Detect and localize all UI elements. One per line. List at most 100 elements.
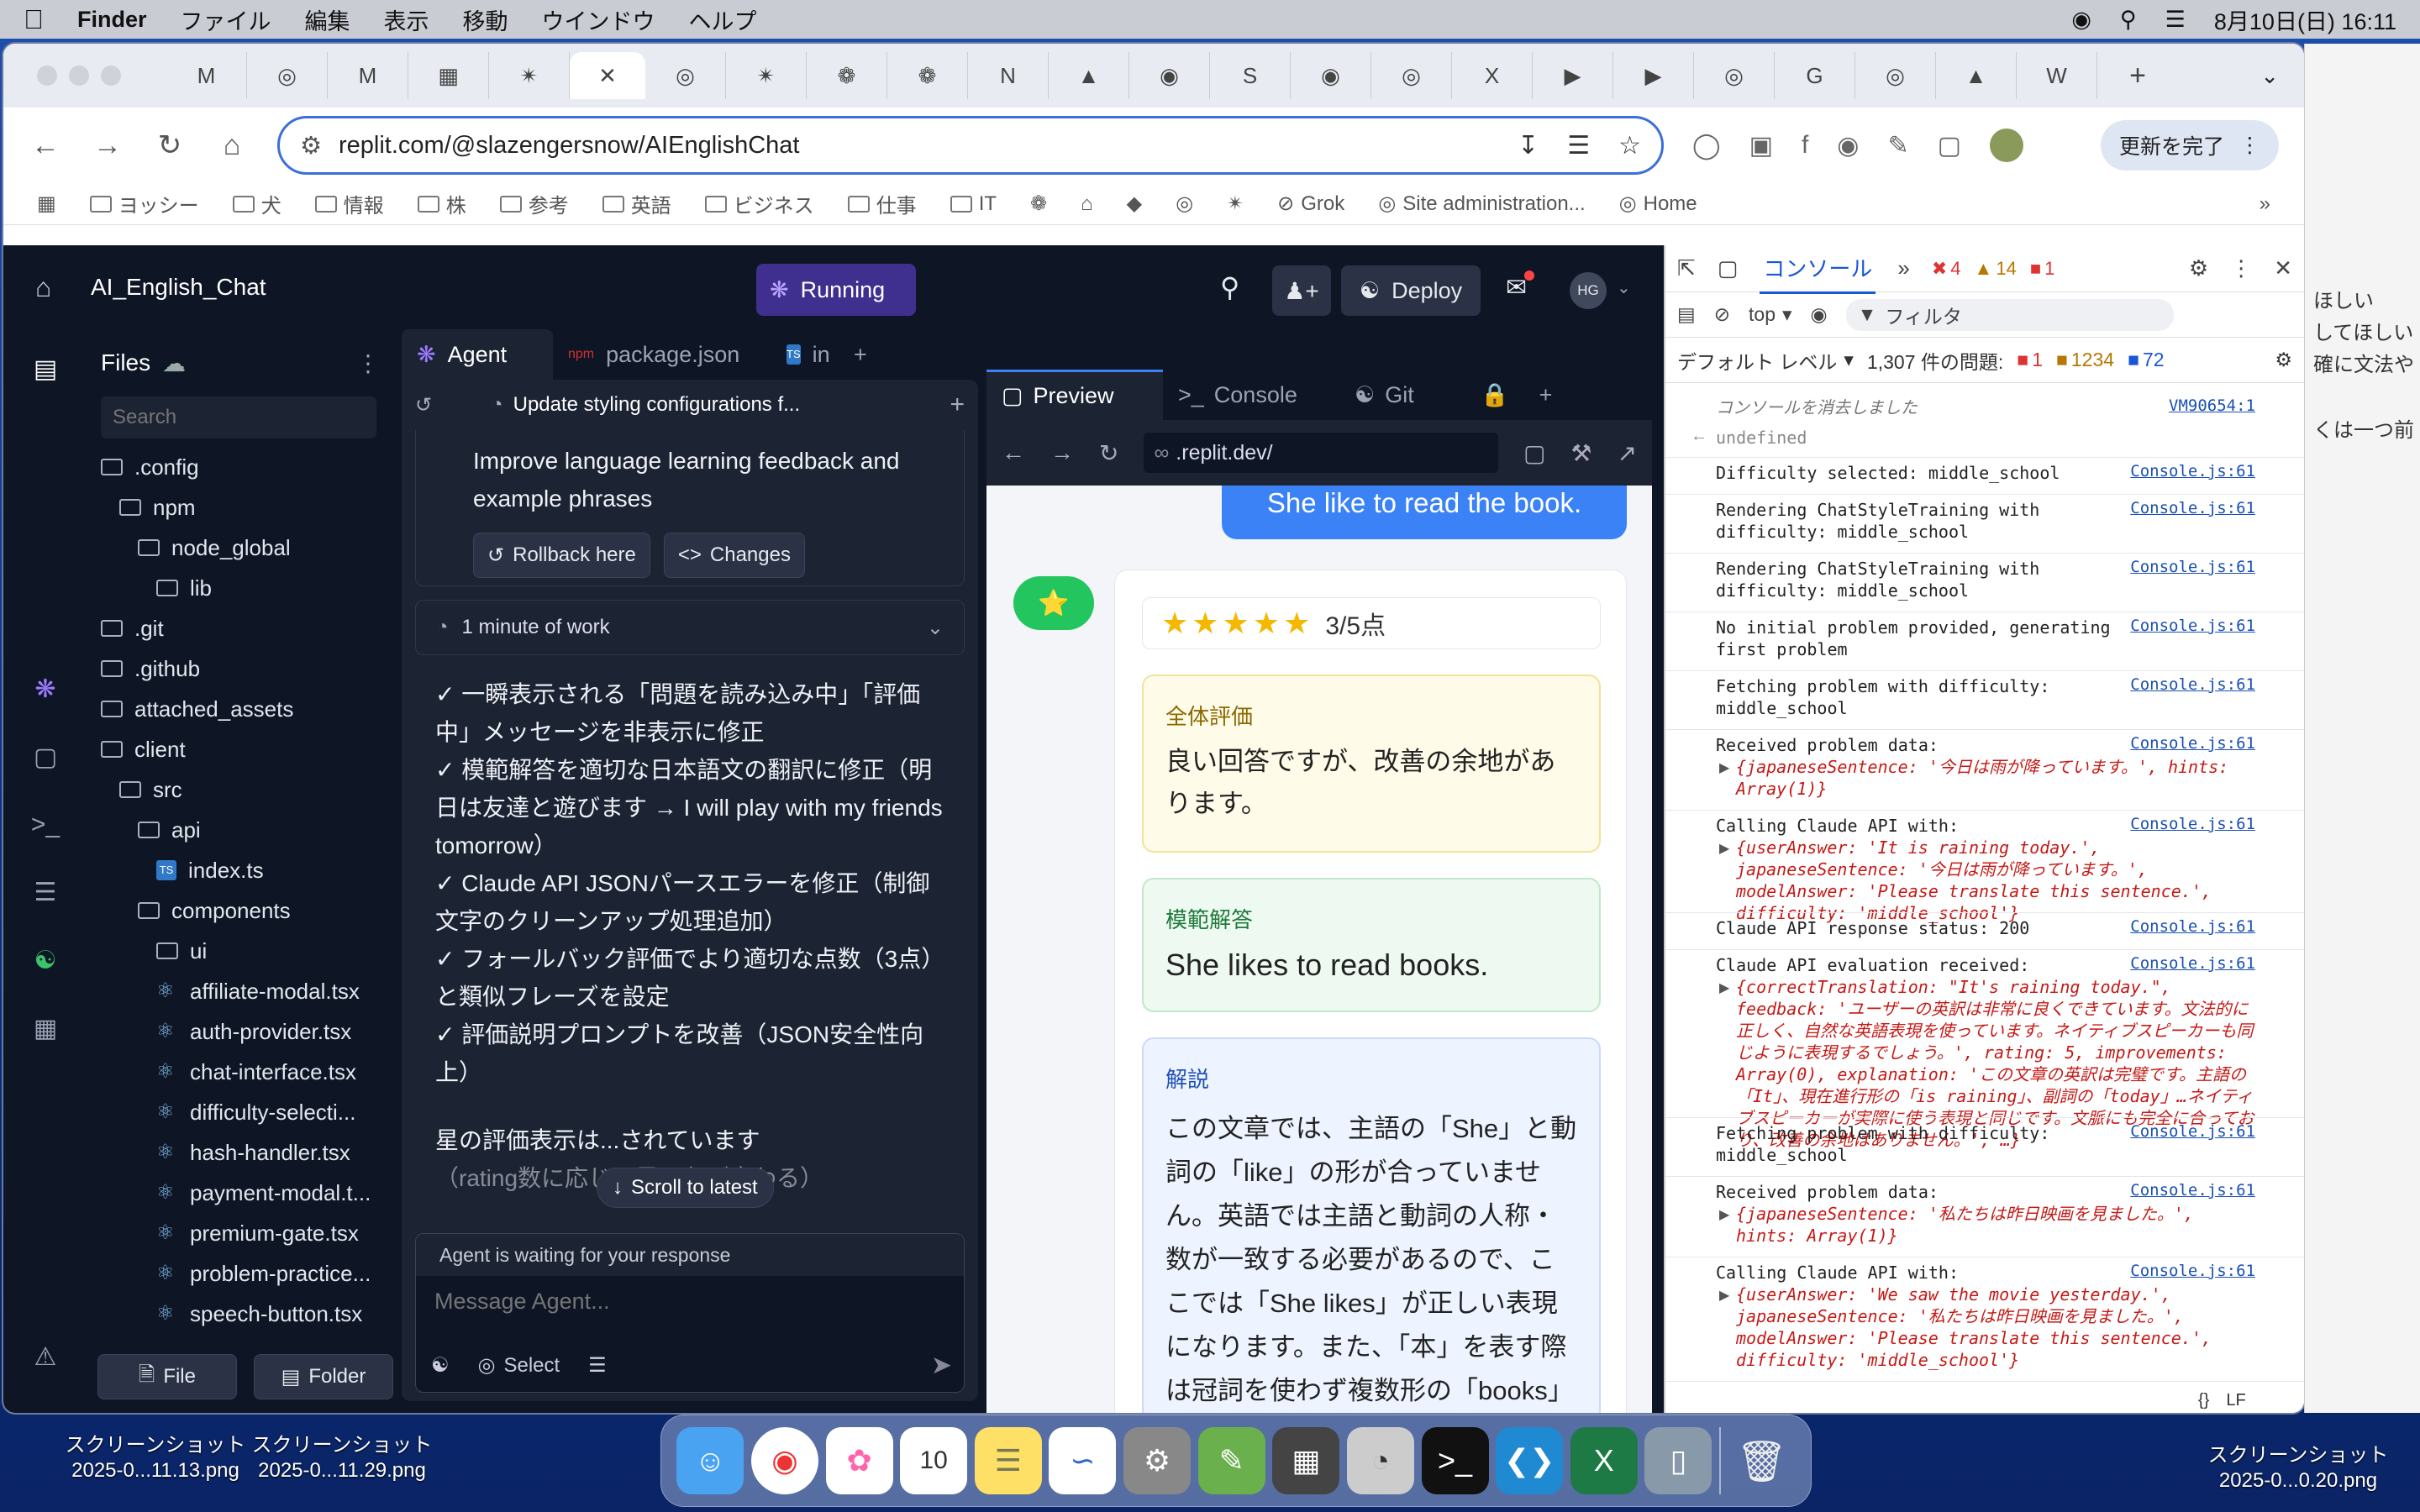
bookmark-star-icon[interactable]: ☆ bbox=[1618, 131, 1641, 160]
control-center-icon[interactable]: ☰ bbox=[2165, 7, 2186, 33]
menu-edit[interactable]: 編集 bbox=[305, 3, 350, 36]
browser-tab[interactable]: N bbox=[968, 52, 1049, 99]
browser-tab[interactable]: ❁ bbox=[807, 52, 887, 99]
tab-index[interactable]: TS in bbox=[771, 329, 839, 380]
desktop-screenshot-icon[interactable]: スクリーンショット 2025-0...11.29.png bbox=[229, 1433, 455, 1483]
git-tool-icon[interactable]: ☯ bbox=[34, 946, 57, 975]
trash-icon[interactable]: 🗑 bbox=[1728, 1427, 1796, 1494]
tab-list-chevron-icon[interactable]: ⌄ bbox=[2260, 63, 2279, 89]
desktop-screenshot-icon[interactable]: スクリーンショット 2025-0...0.20.png bbox=[2185, 1443, 2412, 1494]
translate-icon[interactable]: ☰ bbox=[1567, 131, 1590, 160]
file-tree-item[interactable]: TS index.ts bbox=[92, 850, 388, 890]
bookmark-icon[interactable]: ❁ bbox=[1030, 192, 1047, 216]
console-tool-icon[interactable]: >_ bbox=[31, 811, 60, 839]
more-tabs-icon[interactable]: » bbox=[1897, 255, 1909, 281]
browser-tab[interactable]: ◉ bbox=[1291, 52, 1371, 99]
more-bookmarks-icon[interactable]: » bbox=[2260, 192, 2270, 216]
run-button[interactable]: ❋ Running bbox=[756, 264, 916, 316]
file-tree-item[interactable]: api bbox=[92, 810, 388, 850]
home-icon[interactable]: ⌂ bbox=[215, 129, 249, 162]
preview-back-icon[interactable]: ← bbox=[1002, 439, 1025, 466]
file-tree-item[interactable]: ⚛ speech-button.tsx bbox=[92, 1294, 388, 1334]
console-settings-icon[interactable]: ⚙ bbox=[2275, 349, 2292, 371]
clock[interactable]: 8月10日(日) 16:11 bbox=[2214, 3, 2396, 36]
calendar-icon[interactable]: 10 bbox=[900, 1427, 968, 1494]
preview-tool-icon[interactable]: ▢ bbox=[34, 743, 57, 772]
console-filter-input[interactable]: ▼ フィルタ bbox=[1845, 298, 2174, 331]
console-log-object[interactable]: {japaneseSentence: '私たちは昨日映画を見ました。', hin… bbox=[1736, 1203, 2262, 1247]
file-tree-item[interactable]: ⚛ payment-modal.t... bbox=[92, 1173, 388, 1213]
files-search-input[interactable] bbox=[101, 396, 376, 438]
screenshot-tool-icon[interactable]: ◔ bbox=[1346, 1427, 1414, 1494]
line-ending[interactable]: LF bbox=[2226, 1391, 2245, 1410]
file-tree-item[interactable]: ⚛ affiliate-modal.tsx bbox=[92, 971, 388, 1011]
browser-tab[interactable]: ▲ bbox=[1049, 52, 1129, 99]
reload-icon[interactable]: ↻ bbox=[153, 129, 187, 162]
bookmark-icon[interactable]: ◎ bbox=[1176, 192, 1193, 216]
bookmark-folder[interactable]: 情報 bbox=[314, 189, 384, 218]
adblock-icon[interactable]: ◯ bbox=[1692, 131, 1721, 160]
help-icon[interactable]: ? bbox=[39, 1410, 53, 1413]
browser-tab[interactable]: G bbox=[1775, 52, 1855, 99]
browser-tab[interactable]: M bbox=[328, 52, 408, 99]
rollback-button[interactable]: ↺ Rollback here bbox=[473, 533, 650, 578]
address-bar[interactable]: ⚙ replit.com/@slazengersnow/AIEnglishCha… bbox=[277, 116, 1664, 175]
console-source-link[interactable]: Console.js:61 bbox=[2130, 617, 2255, 635]
file-tree-item[interactable]: .github bbox=[92, 648, 388, 689]
console-log-object[interactable]: {japaneseSentence: '今日は雨が降っています。', hints… bbox=[1736, 756, 2262, 800]
select-button[interactable]: ◎ Select bbox=[478, 1353, 560, 1378]
browser-tab[interactable]: ▦ bbox=[408, 52, 489, 99]
file-tree-item[interactable]: lib bbox=[92, 568, 388, 608]
file-tree-item[interactable]: ⚛ difficulty-selecti... bbox=[92, 1092, 388, 1132]
settings-sliders-icon[interactable]: ☰ bbox=[588, 1353, 607, 1378]
new-file-button[interactable]: 🗎 File bbox=[97, 1354, 237, 1399]
sidebar-toggle-icon[interactable]: ▤ bbox=[1677, 303, 1696, 326]
issue-badge-red[interactable]: ■ 1 bbox=[2017, 349, 2043, 371]
bookmark-folder[interactable]: IT bbox=[950, 192, 997, 216]
project-name[interactable]: AI_English_Chat bbox=[91, 274, 266, 301]
bookmark-icon[interactable]: ◆ bbox=[1127, 192, 1142, 216]
tab-console[interactable]: >_ Console bbox=[1163, 370, 1339, 420]
install-icon[interactable]: ↧ bbox=[1518, 131, 1539, 160]
new-folder-button[interactable]: ▤ Folder bbox=[254, 1354, 393, 1399]
excel-icon[interactable]: X bbox=[1570, 1427, 1638, 1494]
send-icon[interactable]: ➤ bbox=[931, 1351, 952, 1380]
settings-gear-icon[interactable]: ⚙ bbox=[2189, 255, 2208, 281]
expand-triangle-icon[interactable]: ▶ bbox=[1719, 759, 1729, 776]
devices-icon[interactable]: ▢ bbox=[1523, 439, 1545, 467]
file-tree-item[interactable]: ⚛ premium-gate.tsx bbox=[92, 1213, 388, 1253]
issue-summary[interactable]: 1,307 件の問題: bbox=[1867, 346, 2003, 375]
bookmark-icon[interactable]: ✴ bbox=[1227, 192, 1244, 216]
agent-tool-icon[interactable]: ❋ bbox=[34, 675, 55, 704]
bookmark-home[interactable]: ◎ Home bbox=[1619, 192, 1697, 216]
file-tree-item[interactable]: ui bbox=[92, 931, 388, 971]
puzzle-icon[interactable]: ▢ bbox=[1938, 131, 1961, 160]
terminal-icon[interactable]: >_ bbox=[1421, 1427, 1489, 1494]
open-new-tab-icon[interactable]: ↗ bbox=[1618, 439, 1637, 467]
database-tool-icon[interactable]: ☰ bbox=[34, 878, 57, 907]
eye-icon[interactable]: ◉ bbox=[1811, 303, 1828, 326]
device-toggle-icon[interactable]: ▢ bbox=[1718, 255, 1739, 281]
changes-button[interactable]: <> Changes bbox=[663, 533, 805, 578]
file-tree-item[interactable]: npm bbox=[92, 487, 388, 528]
file-tree-item[interactable]: node_global bbox=[92, 528, 388, 568]
menu-help[interactable]: ヘルプ bbox=[689, 3, 757, 36]
browser-tab[interactable]: ✴ bbox=[726, 52, 807, 99]
home-icon[interactable]: ⌂ bbox=[35, 272, 51, 303]
work-summary[interactable]: ◔ 1 minute of work ⌄ bbox=[415, 600, 965, 655]
avatar-chevron-icon[interactable]: ⌄ bbox=[1617, 277, 1631, 298]
bookmark-folder[interactable]: ビジネス bbox=[704, 189, 814, 218]
notes-icon[interactable]: ☰ bbox=[974, 1427, 1042, 1494]
maps-icon[interactable]: ✎ bbox=[1197, 1427, 1265, 1494]
all-tools-icon[interactable]: ▦ bbox=[34, 1014, 57, 1043]
browser-tab-active[interactable]: ✕ bbox=[570, 52, 645, 99]
menu-app-name[interactable]: Finder bbox=[77, 7, 147, 33]
back-icon[interactable]: ← bbox=[29, 129, 62, 162]
new-tab-button[interactable]: + bbox=[2097, 52, 2178, 99]
close-devtools-icon[interactable]: ✕ bbox=[2274, 255, 2292, 281]
bookmark-folder[interactable]: 英語 bbox=[602, 189, 671, 218]
search-icon[interactable]: ⚲ bbox=[1220, 271, 1239, 303]
browser-tab[interactable]: ❁ bbox=[887, 52, 968, 99]
chrome-icon[interactable]: ◉ bbox=[750, 1427, 818, 1494]
file-tree-item[interactable]: src bbox=[92, 769, 388, 810]
